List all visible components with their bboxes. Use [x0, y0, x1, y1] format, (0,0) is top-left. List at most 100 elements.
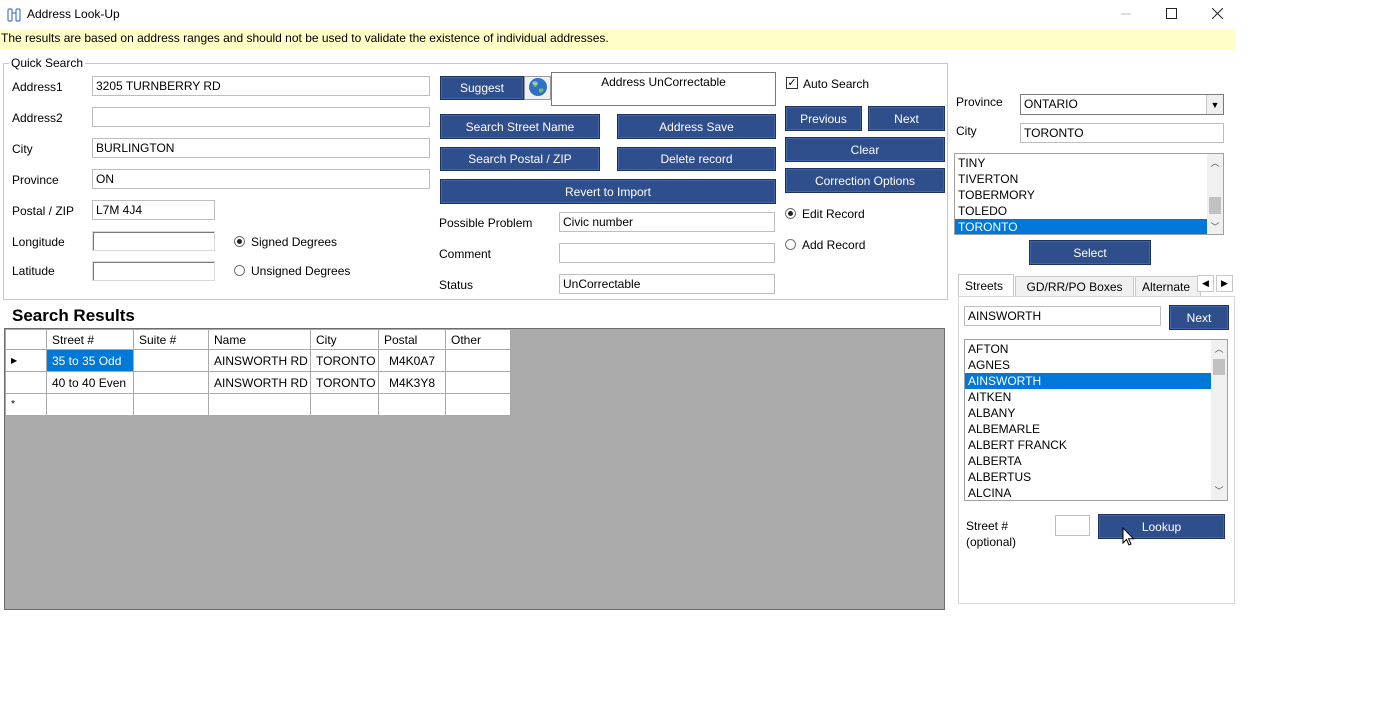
street-search-field[interactable]: AINSWORTH [964, 306, 1161, 326]
city-cell[interactable] [310, 393, 379, 416]
street-number-field[interactable] [1055, 515, 1090, 536]
list-item-selected[interactable]: AINSWORTH [965, 373, 1211, 389]
list-item[interactable]: TINY [955, 155, 1207, 171]
list-item[interactable]: ALBERT FRANCK [965, 437, 1211, 453]
close-button[interactable] [1194, 0, 1240, 29]
lookup-button[interactable]: Lookup [1098, 514, 1225, 539]
row-selector[interactable] [5, 371, 47, 394]
postal-field[interactable]: L7M 4J4 [92, 200, 215, 220]
tab-scroll-right-icon[interactable]: ▶ [1216, 275, 1233, 292]
city-cell[interactable]: TORONTO [310, 371, 379, 394]
address2-field[interactable] [92, 107, 430, 127]
list-item[interactable]: AFTON [965, 341, 1211, 357]
minimize-button[interactable] [1103, 0, 1149, 29]
list-item-selected[interactable]: TORONTO [955, 219, 1207, 234]
column-header-postal[interactable]: Postal [378, 329, 446, 350]
possible-problem-field[interactable]: Civic number [559, 212, 775, 232]
chevron-down-icon[interactable]: ▼ [1206, 95, 1223, 114]
tab-scroll-left-icon[interactable]: ◀ [1197, 275, 1214, 292]
list-item[interactable]: AGNES [965, 357, 1211, 373]
table-row[interactable]: 40 to 40 Even AINSWORTH RD TORONTO M4K3Y… [5, 371, 511, 394]
select-city-button[interactable]: Select [1029, 240, 1151, 265]
add-record-radio[interactable] [785, 239, 796, 250]
revert-to-import-button[interactable]: Revert to Import [440, 179, 776, 204]
other-cell[interactable] [445, 349, 511, 372]
clear-button[interactable]: Clear [785, 137, 945, 162]
next-record-button[interactable]: Next [868, 106, 945, 131]
name-cell[interactable]: AINSWORTH RD [208, 371, 311, 394]
unsigned-degrees-radio[interactable] [234, 265, 245, 276]
comment-field[interactable] [559, 243, 775, 263]
street-cell[interactable]: 40 to 40 Even [46, 371, 134, 394]
tab-gd-rr-po-boxes[interactable]: GD/RR/PO Boxes [1015, 276, 1134, 296]
suite-cell[interactable] [133, 349, 209, 372]
table-row-new[interactable]: * [5, 393, 511, 416]
table-row[interactable]: ▶ 35 to 35 Odd AINSWORTH RD TORONTO M4K0… [5, 349, 511, 372]
delete-record-button[interactable]: Delete record [617, 147, 776, 171]
street-next-button[interactable]: Next [1169, 305, 1229, 330]
chevron-down-icon[interactable]: ﹀ [1211, 484, 1227, 497]
right-city-field[interactable]: TORONTO [1020, 123, 1224, 143]
postal-cell[interactable]: M4K3Y8 [378, 371, 446, 394]
scroll-thumb[interactable] [1209, 197, 1221, 214]
latitude-field[interactable] [92, 261, 215, 281]
city-list[interactable]: TINY TIVERTON TOBERMORY TOLEDO TORONTO ︿… [954, 153, 1224, 235]
chevron-up-icon[interactable]: ︿ [1211, 342, 1227, 355]
longitude-field[interactable] [92, 231, 215, 251]
street-number-optional-label: (optional) [966, 535, 1017, 549]
status-field[interactable]: UnCorrectable [559, 274, 775, 294]
province-select[interactable]: ONTARIO [1020, 94, 1224, 115]
suite-cell[interactable] [133, 393, 209, 416]
list-item[interactable]: TOBERMORY [955, 187, 1207, 203]
postal-cell[interactable] [378, 393, 446, 416]
scroll-thumb[interactable] [1213, 359, 1225, 375]
column-header-city[interactable]: City [310, 329, 379, 350]
previous-button[interactable]: Previous [785, 106, 862, 131]
street-list-scrollbar[interactable]: ︿ ﹀ [1211, 340, 1227, 500]
search-street-name-button[interactable]: Search Street Name [440, 114, 600, 139]
chevron-down-icon[interactable]: ﹀ [1207, 220, 1223, 233]
signed-degrees-radio[interactable] [234, 236, 245, 247]
list-item[interactable]: ALBERTA [965, 453, 1211, 469]
tab-streets[interactable]: Streets [958, 274, 1014, 296]
street-list[interactable]: AFTON AGNES AINSWORTH AITKEN ALBANY ALBE… [964, 339, 1228, 501]
maximize-button[interactable] [1148, 0, 1194, 29]
list-item[interactable]: ALCINA [965, 485, 1211, 500]
chevron-up-icon[interactable]: ︿ [1207, 156, 1223, 169]
city-cell[interactable]: TORONTO [310, 349, 379, 372]
auto-search-checkbox[interactable]: ✓ [786, 77, 798, 89]
search-postal-button[interactable]: Search Postal / ZIP [440, 147, 600, 171]
name-cell[interactable] [208, 393, 311, 416]
list-item[interactable]: AITKEN [965, 389, 1211, 405]
column-header-suite[interactable]: Suite # [133, 329, 209, 350]
postal-cell[interactable]: M4K0A7 [378, 349, 446, 372]
column-header-street[interactable]: Street # [46, 329, 134, 350]
mouse-cursor-icon [1122, 526, 1135, 550]
list-item[interactable]: ALBERTUS [965, 469, 1211, 485]
list-item[interactable]: TIVERTON [955, 171, 1207, 187]
address2-label: Address2 [12, 111, 63, 125]
suite-cell[interactable] [133, 371, 209, 394]
other-cell[interactable] [445, 371, 511, 394]
column-header-name[interactable]: Name [208, 329, 311, 350]
row-selector[interactable]: * [5, 393, 47, 416]
row-selector[interactable]: ▶ [5, 349, 47, 372]
list-item[interactable]: ALBANY [965, 405, 1211, 421]
street-cell[interactable]: 35 to 35 Odd [46, 349, 134, 372]
city-list-scrollbar[interactable]: ︿ ﹀ [1207, 154, 1223, 234]
other-cell[interactable] [445, 393, 511, 416]
tab-alternate[interactable]: Alternate [1135, 276, 1201, 296]
correction-options-button[interactable]: Correction Options [785, 168, 945, 193]
street-cell[interactable] [46, 393, 134, 416]
city-field[interactable]: BURLINGTON [92, 138, 430, 158]
globe-button[interactable] [524, 76, 551, 100]
name-cell[interactable]: AINSWORTH RD [208, 349, 311, 372]
address1-field[interactable]: 3205 TURNBERRY RD [92, 76, 430, 96]
list-item[interactable]: TOLEDO [955, 203, 1207, 219]
province-field[interactable]: ON [92, 169, 430, 189]
list-item[interactable]: ALBEMARLE [965, 421, 1211, 437]
column-header-other[interactable]: Other [445, 329, 511, 350]
edit-record-radio[interactable] [785, 208, 796, 219]
suggest-button[interactable]: Suggest [440, 76, 524, 100]
address-save-button[interactable]: Address Save [617, 114, 776, 139]
